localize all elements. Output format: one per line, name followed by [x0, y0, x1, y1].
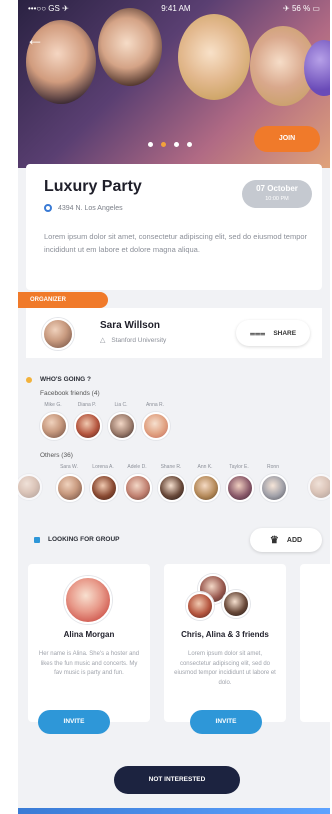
other-avatar[interactable] [192, 474, 220, 502]
status-battery: ✈ 56 % ▭ [283, 3, 320, 13]
group-avatar [222, 590, 250, 618]
friend-name: Lia C. [114, 402, 128, 408]
whos-going-section: WHO'S GOING ? Facebook friends (4) Mike … [18, 364, 330, 514]
other-name: Sara W. [60, 464, 78, 470]
whos-going-title: WHO'S GOING ? [26, 376, 91, 383]
organizer-school-text: Stanford University [111, 336, 167, 344]
join-button[interactable]: JOIN [254, 126, 320, 152]
event-title: Luxury Party [44, 178, 142, 195]
app-screen: •••○○ GS ✈ 9:41 AM ✈ 56 % ▭ ← JOIN Luxur… [18, 0, 330, 814]
school-icon: △ [100, 337, 106, 344]
status-time: 9:41 AM [161, 3, 191, 13]
other-name: Shane R. [160, 464, 182, 470]
other-name: Ann K. [197, 464, 213, 470]
organizer-school: △ Stanford University [100, 336, 167, 345]
carousel-dot[interactable] [174, 142, 179, 147]
carousel-dot-active[interactable] [161, 142, 166, 147]
hero-person [178, 14, 250, 100]
other-name: Adele D. [127, 464, 147, 470]
looking-for-group-label: LOOKING FOR GROUP [48, 536, 120, 543]
carousel-dots [148, 142, 192, 147]
share-icon: ⩶ [249, 327, 266, 338]
carousel-dot[interactable] [187, 142, 192, 147]
share-label: SHARE [273, 329, 297, 337]
group-name: Alina Morgan [63, 630, 115, 639]
other-name: Ronn [267, 464, 279, 470]
group-avatar [64, 576, 112, 624]
other-avatar[interactable] [124, 474, 152, 502]
organizer-row[interactable]: Sara Willson △ Stanford University ⩶ SHA… [26, 308, 322, 358]
facebook-friends-label: Facebook friends (4) [40, 390, 100, 397]
organizer-name: Sara Willson [100, 320, 160, 331]
status-signal: •••○○ GS ✈ [28, 3, 69, 13]
add-label: ADD [286, 536, 303, 544]
other-avatar[interactable] [56, 474, 84, 502]
organizer-tag: ORGANIZER [18, 292, 108, 308]
invite-button[interactable]: INVITE [190, 710, 262, 734]
other-avatar[interactable] [260, 474, 288, 502]
group-card[interactable]: Alina Morgan Her name is Alina. She's a … [28, 564, 150, 722]
bottom-accent-bar [18, 808, 330, 814]
other-avatar-partial[interactable] [308, 474, 330, 500]
bullet-icon [34, 536, 40, 543]
other-avatar[interactable] [226, 474, 254, 502]
carousel-dot[interactable] [148, 142, 153, 147]
event-description: Lorem ipsum dolor sit amet, consectetur … [44, 232, 308, 254]
whos-going-label: WHO'S GOING ? [40, 376, 92, 383]
looking-for-group-header: LOOKING FOR GROUP ♛ ADD [26, 524, 322, 554]
friend-avatar[interactable] [142, 412, 170, 440]
friend-name: Mike G. [44, 402, 62, 408]
event-info-card: Luxury Party 4394 N. Los Angeles 07 Octo… [26, 164, 322, 290]
hero-person [98, 8, 162, 86]
other-avatar[interactable] [158, 474, 186, 502]
event-location: 4394 N. Los Angeles [44, 204, 123, 212]
invite-button[interactable]: INVITE [38, 710, 110, 734]
friend-avatar[interactable] [40, 412, 68, 440]
other-avatar-partial[interactable] [18, 474, 42, 500]
status-bar: •••○○ GS ✈ 9:41 AM ✈ 56 % ▭ [18, 0, 330, 16]
friend-name: Diana P. [77, 402, 97, 408]
back-arrow-icon[interactable]: ← [26, 30, 44, 48]
group-card[interactable]: Chris, Alina & 3 friends Lorem ipsum dol… [164, 564, 286, 722]
group-description: Her name is Alina. She's a hoster and li… [38, 651, 140, 676]
group-avatar [186, 592, 214, 620]
group-description: Lorem ipsum dolor sit amet, consectetur … [174, 651, 276, 686]
friend-avatar[interactable] [108, 412, 136, 440]
group-name: Chris, Alina & 3 friends [181, 630, 269, 639]
crown-icon: ♛ [269, 534, 279, 546]
event-date-badge: 07 October 10:00 PM [242, 180, 312, 208]
group-card-partial[interactable] [300, 564, 330, 722]
bullet-icon [26, 376, 32, 383]
add-group-button[interactable]: ♛ ADD [250, 528, 322, 552]
others-label: Others (36) [40, 452, 73, 459]
organizer-avatar[interactable] [42, 318, 74, 350]
friend-name: Anna R. [145, 402, 165, 408]
other-name: Taylor E. [229, 464, 249, 470]
share-button[interactable]: ⩶ SHARE [236, 320, 310, 346]
location-pin-icon [44, 204, 52, 212]
event-location-text: 4394 N. Los Angeles [58, 204, 123, 212]
event-time: 10:00 PM [265, 196, 289, 202]
event-date: 07 October [256, 184, 298, 193]
other-name: Lorena A. [92, 464, 114, 470]
looking-for-group-title: LOOKING FOR GROUP [34, 536, 120, 543]
friend-avatar[interactable] [74, 412, 102, 440]
not-interested-button[interactable]: NOT INTERESTED [114, 766, 240, 794]
other-avatar[interactable] [90, 474, 118, 502]
